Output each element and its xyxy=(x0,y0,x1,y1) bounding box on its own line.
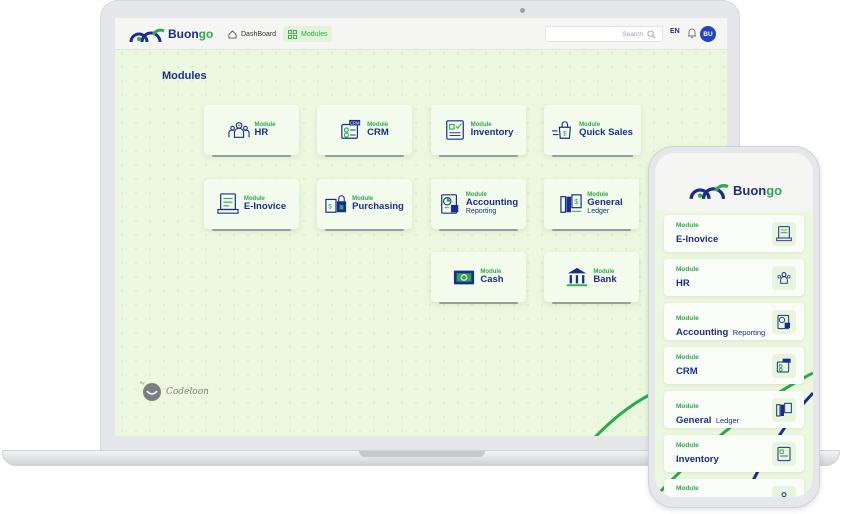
brand-name: Buongo xyxy=(168,27,214,41)
inventory-icon xyxy=(777,446,791,462)
top-navbar: Buongo DashBoard Modules Search EN BU xyxy=(115,18,727,50)
ledger-icon: $ xyxy=(560,194,582,213)
module-prefix: Module xyxy=(676,442,699,449)
tab-dashboard[interactable]: DashBoard xyxy=(223,26,281,42)
module-card-purchasing[interactable]: $ Module Purchasing xyxy=(317,179,412,231)
company-name: Codeloon xyxy=(166,387,209,397)
laptop-notch xyxy=(359,451,485,457)
module-name: CRM xyxy=(676,365,698,377)
accounting-report-icon xyxy=(441,194,459,214)
module-card-general-ledger[interactable]: $ Module General Ledger xyxy=(544,179,639,231)
cash-icon xyxy=(454,270,475,285)
page-title: Modules xyxy=(162,70,207,82)
module-name: Accounting xyxy=(676,326,729,338)
purchasing-icon: $ xyxy=(325,195,347,213)
module-name: E-Inovice xyxy=(676,233,719,245)
svg-text:$: $ xyxy=(328,204,332,211)
module-card-hr[interactable]: Module HR xyxy=(204,105,299,157)
module-name: CRM xyxy=(367,127,389,139)
module-name: Inventory xyxy=(676,453,719,465)
svg-text:CRM: CRM xyxy=(350,121,360,126)
module-sub: Reporting xyxy=(732,327,766,337)
bell-icon[interactable] xyxy=(687,27,697,39)
tab-modules[interactable]: Modules xyxy=(283,26,333,42)
mobile-module-crm[interactable]: Module CRM xyxy=(664,347,804,384)
module-prefix: Module xyxy=(676,315,699,322)
inventory-icon xyxy=(445,120,464,140)
phone-screen: Buongo Module E-Inovice Module HR Module Ac… xyxy=(655,153,813,497)
home-icon xyxy=(228,29,237,39)
avatar[interactable]: BU xyxy=(700,26,716,42)
module-card-inventory[interactable]: Module Inventory xyxy=(431,105,526,157)
module-name: Bank xyxy=(593,274,617,286)
phone-brand-logo[interactable]: Buongo xyxy=(688,180,782,200)
module-sub: Ledger xyxy=(587,208,610,216)
module-name: General xyxy=(676,414,712,426)
language-switch[interactable]: EN xyxy=(670,28,680,35)
crm-icon: CRM xyxy=(341,119,361,139)
tab-dashboard-label: DashBoard xyxy=(241,30,277,38)
mobile-module-inventory[interactable]: Module Inventory xyxy=(664,435,804,472)
crm-icon xyxy=(776,358,791,373)
quick-sales-icon: $ xyxy=(552,121,572,139)
module-card-quick-sales[interactable]: $ Module Quick Sales xyxy=(544,105,641,157)
svg-text:$: $ xyxy=(575,197,579,206)
logo-arcs-icon xyxy=(129,28,165,43)
invoice-icon xyxy=(217,193,239,214)
mobile-module-general-ledger[interactable]: Module General Ledger xyxy=(664,391,804,428)
module-name: Purchasing xyxy=(352,201,404,213)
brand-name: Buongo xyxy=(733,182,783,198)
module-name: Accounting xyxy=(465,197,519,209)
module-name: HR xyxy=(676,277,690,289)
logo-arcs-icon xyxy=(689,184,729,200)
module-card-crm[interactable]: CRM Module CRM xyxy=(317,105,412,157)
codeloon-logo-icon xyxy=(143,383,161,401)
laptop-screen: Buongo DashBoard Modules Search EN BU Mo… xyxy=(115,18,727,436)
module-name: Inventory xyxy=(470,127,514,139)
search-placeholder: Search xyxy=(622,30,643,38)
module-name: General xyxy=(587,197,623,209)
module-name: E-Inovice xyxy=(243,201,287,213)
hr-team-icon xyxy=(777,272,791,284)
module-card-e-invoice[interactable]: Module E-Inovice xyxy=(204,179,299,231)
phone-header: Buongo xyxy=(655,153,813,211)
module-sub: Reporting xyxy=(465,208,497,216)
mobile-module-hr[interactable]: Module HR xyxy=(664,259,804,296)
ledger-icon xyxy=(776,402,792,417)
module-prefix: Module xyxy=(676,485,699,492)
module-prefix: Module xyxy=(676,222,699,229)
bank-icon xyxy=(567,267,588,287)
brand-logo[interactable]: Buongo xyxy=(129,25,213,43)
invoice-icon xyxy=(776,226,792,242)
hr-team-icon xyxy=(227,122,250,138)
tab-modules-label: Modules xyxy=(301,30,328,38)
accounting-report-icon xyxy=(777,314,790,330)
mobile-module-partial[interactable]: Module xyxy=(664,479,804,497)
module-card-accounting-reporting[interactable]: Module Accounting Reporting xyxy=(431,179,526,231)
search-icon xyxy=(647,29,656,38)
module-card-cash[interactable]: Module Cash xyxy=(431,252,526,304)
mobile-module-accounting-reporting[interactable]: Module Accounting Reporting xyxy=(664,303,804,340)
module-card-bank[interactable]: Module Bank xyxy=(544,252,639,304)
grid-icon xyxy=(288,29,297,39)
module-sub: Ledger xyxy=(715,415,740,425)
search-input[interactable]: Search xyxy=(545,26,663,42)
module-name: Quick Sales xyxy=(579,127,633,139)
mobile-module-e-invoice[interactable]: Module E-Inovice xyxy=(664,215,804,252)
company-logo: Codeloon xyxy=(143,383,209,401)
module-prefix: Module xyxy=(676,403,699,410)
svg-text:$: $ xyxy=(563,131,567,138)
camera-dot xyxy=(520,8,525,13)
module-prefix: Module xyxy=(676,266,699,273)
module-name: Cash xyxy=(480,274,504,286)
hr-team-icon xyxy=(781,492,787,497)
module-name: HR xyxy=(254,127,269,139)
module-prefix: Module xyxy=(676,354,699,361)
